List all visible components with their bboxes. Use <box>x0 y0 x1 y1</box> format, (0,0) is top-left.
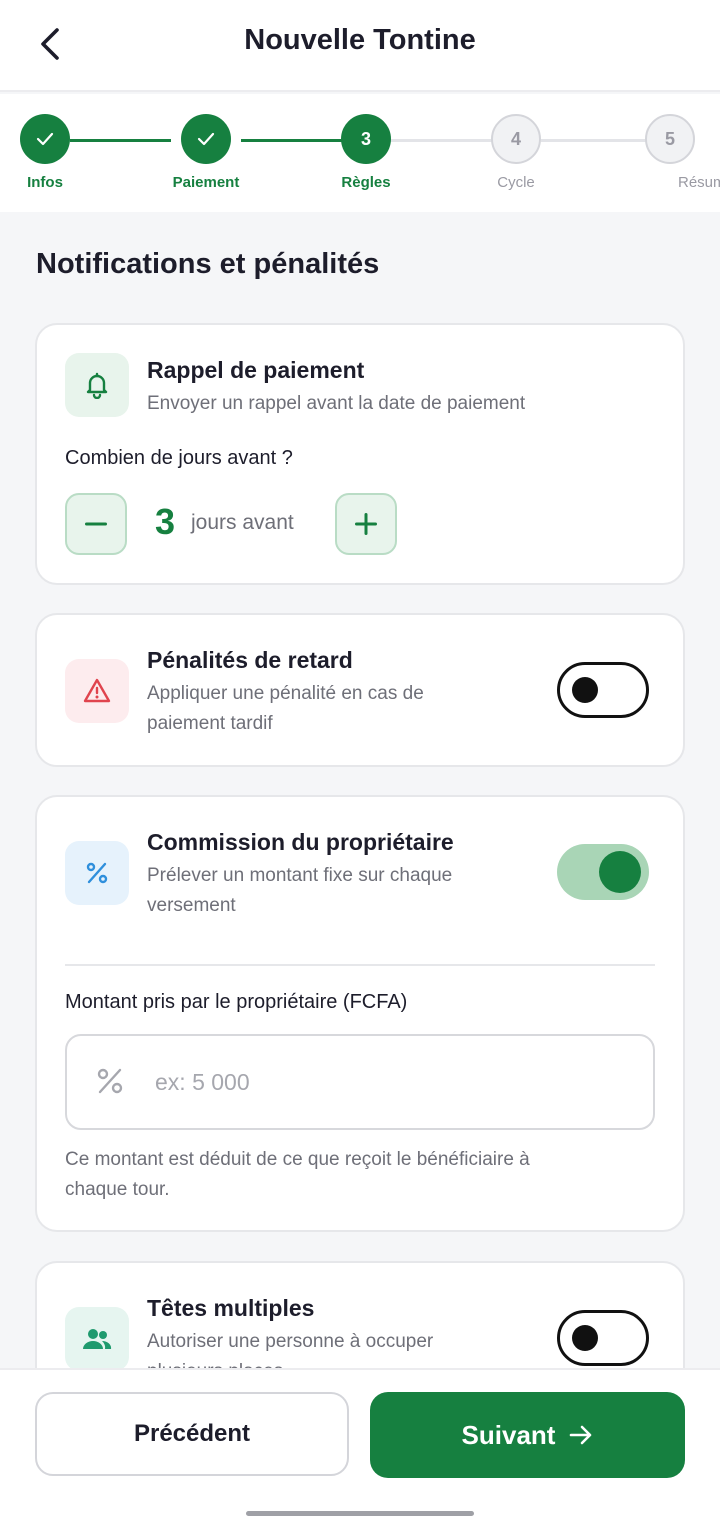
step-label: Résumé <box>678 174 720 191</box>
percent-icon <box>86 862 108 884</box>
commission-title: Commission du propriétaire <box>147 829 454 855</box>
late-penalty-description: Appliquer une pénalité en cas de paiemen… <box>147 679 424 739</box>
step-resume: 5 Résumé <box>620 114 720 191</box>
next-label: Suivant <box>461 1419 556 1450</box>
step-label: Paiement <box>172 174 240 191</box>
step-label: Règles <box>341 174 391 191</box>
multiple-heads-toggle[interactable] <box>557 1310 649 1366</box>
step-regles: 3 Règles <box>316 114 416 191</box>
step-paiement: Paiement <box>156 114 256 191</box>
reminder-card: Rappel de paiement Envoyer un rappel ava… <box>35 323 685 585</box>
late-penalty-title: Pénalités de retard <box>147 647 353 673</box>
help-line: Ce montant est déduit de ce que reçoit l… <box>65 1149 530 1170</box>
home-indicator <box>246 1511 474 1516</box>
step-cycle: 4 Cycle <box>466 114 566 191</box>
decrement-button[interactable] <box>65 493 127 555</box>
toggle-knob <box>572 677 598 703</box>
step-label: Cycle <box>497 174 535 191</box>
plus-icon <box>355 513 377 535</box>
step-number: 3 <box>341 114 391 164</box>
commission-description: Prélever un montant fixe sur chaque vers… <box>147 861 452 921</box>
days-unit: jours avant <box>191 511 294 534</box>
amount-label: Montant pris par le propriétaire (FCFA) <box>65 991 408 1013</box>
divider <box>65 964 655 966</box>
owner-commission-card: Commission du propriétaire Prélever un m… <box>35 795 685 1232</box>
amount-input[interactable] <box>155 1036 635 1128</box>
amount-field[interactable] <box>65 1034 655 1130</box>
increment-button[interactable] <box>335 493 397 555</box>
commission-toggle[interactable] <box>557 844 649 900</box>
section-title: Notifications et pénalités <box>36 248 380 280</box>
description-line: Autoriser une personne à occuper <box>147 1331 434 1352</box>
amount-help-text: Ce montant est déduit de ce que reçoit l… <box>65 1145 625 1205</box>
footer-bar: Précédent Suivant <box>0 1368 720 1526</box>
multiple-heads-icon-box <box>65 1307 129 1371</box>
percent-icon <box>97 1068 123 1094</box>
days-value: 3 <box>155 501 176 542</box>
late-penalty-toggle[interactable] <box>557 662 649 718</box>
check-icon <box>181 114 231 164</box>
reminder-description: Envoyer un rappel avant la date de paiem… <box>147 393 526 414</box>
late-penalty-card: Pénalités de retard Appliquer une pénali… <box>35 613 685 767</box>
previous-label: Précédent <box>133 1420 251 1447</box>
description-line: Appliquer une pénalité en cas de <box>147 683 424 704</box>
check-icon <box>20 114 70 164</box>
help-line: chaque tour. <box>65 1179 170 1200</box>
description-line: paiement tardif <box>147 713 273 734</box>
description-line: versement <box>147 895 236 916</box>
warning-icon <box>83 678 111 703</box>
next-button[interactable]: Suivant <box>370 1392 685 1478</box>
late-penalty-icon-box <box>65 659 129 723</box>
bell-icon <box>86 372 108 399</box>
multiple-heads-title: Têtes multiples <box>147 1295 315 1321</box>
commission-icon-box <box>65 841 129 905</box>
reminder-title: Rappel de paiement <box>147 357 365 383</box>
step-label: Infos <box>27 174 63 191</box>
previous-button[interactable]: Précédent <box>35 1392 349 1476</box>
toggle-knob <box>599 851 641 893</box>
reminder-icon-box <box>65 353 129 417</box>
arrow-right-icon <box>570 1425 592 1445</box>
description-line: Prélever un montant fixe sur chaque <box>147 865 453 886</box>
step-number: 4 <box>491 114 541 164</box>
reminder-question: Combien de jours avant ? <box>65 447 293 469</box>
step-number: 5 <box>645 114 695 164</box>
progress-stepper: Infos Paiement 3 Règles 4 Cycle 5 Résumé <box>0 94 720 212</box>
minus-icon <box>85 522 107 526</box>
toggle-knob <box>572 1325 598 1351</box>
users-icon <box>83 1329 112 1349</box>
app-header: Nouvelle Tontine <box>0 0 720 92</box>
page-title: Nouvelle Tontine <box>244 24 476 56</box>
step-infos: Infos <box>0 114 95 191</box>
